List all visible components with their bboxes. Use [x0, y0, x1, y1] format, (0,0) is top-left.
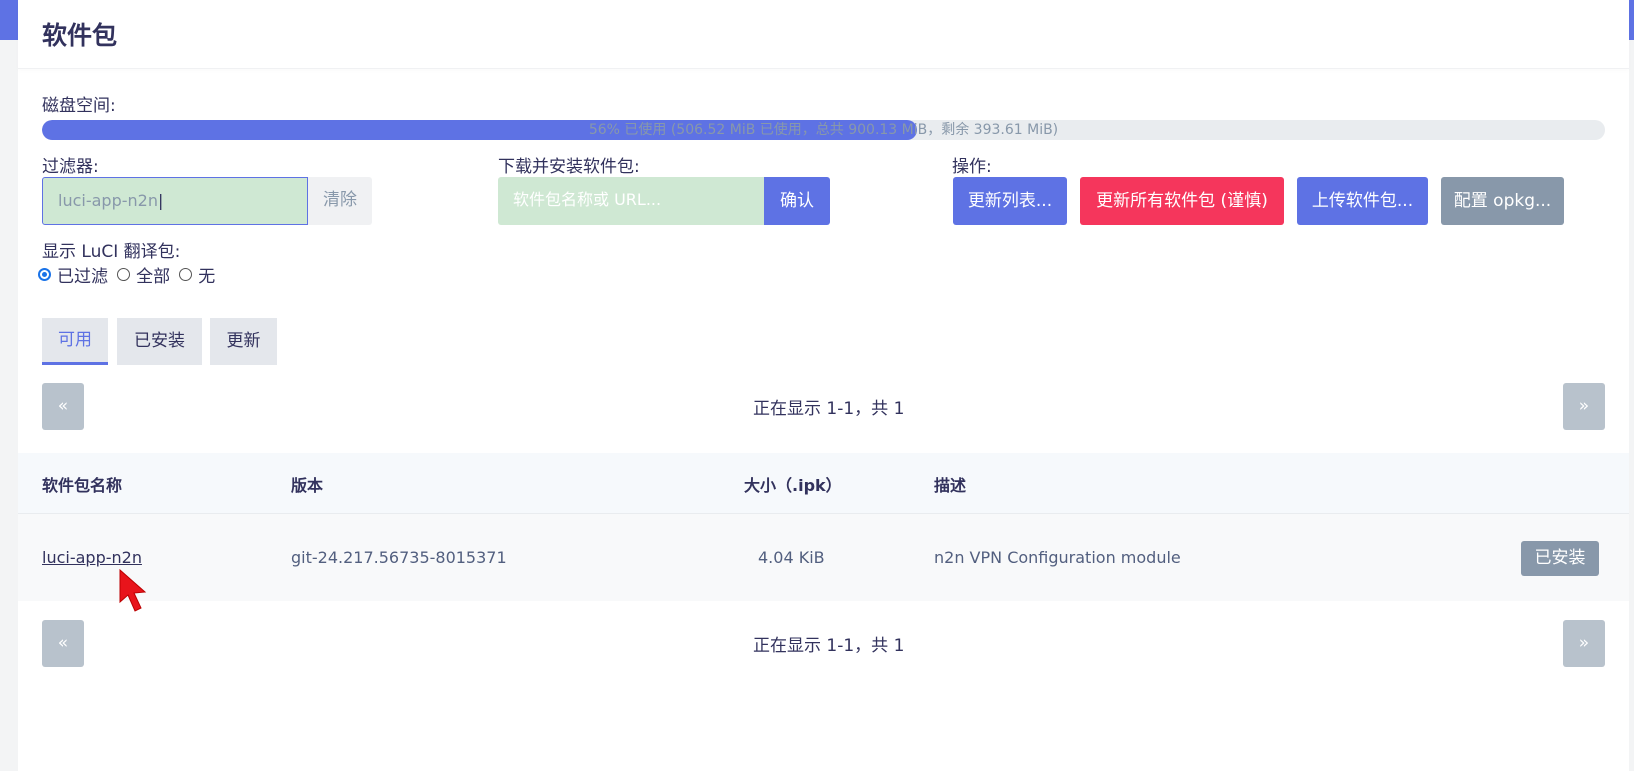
disk-usage-text: 56% 已使用 (506.52 MiB 已使用，总共 900.13 MiB，剩余…	[588, 122, 1059, 138]
column-header-version: 版本	[291, 476, 324, 495]
pager-next-button-top[interactable]: »	[1563, 383, 1605, 430]
pager-next-button-bottom[interactable]: »	[1563, 620, 1605, 667]
upload-package-button[interactable]: 上传软件包...	[1297, 177, 1428, 225]
package-description: n2n VPN Configuration module	[934, 548, 1181, 567]
packages-card: 软件包 磁盘空间: 56% 已使用 (506.52 MiB 已使用，总共 900…	[18, 0, 1629, 771]
table-row: luci-app-n2n git-24.217.56735-8015371 4.…	[18, 514, 1629, 601]
pager-status-top: 正在显示 1-1，共 1	[753, 399, 905, 419]
tab-available[interactable]: 可用	[42, 318, 108, 365]
package-table-header: 软件包名称 版本 大小（.ipk） 描述	[18, 453, 1629, 514]
pager-prev-button-top[interactable]: «	[42, 383, 84, 430]
update-lists-button[interactable]: 更新列表...	[953, 177, 1067, 225]
page-title: 软件包	[42, 21, 118, 50]
package-url-input[interactable]: 软件包名称或 URL...	[498, 177, 764, 225]
radio-filtered-label: 已过滤	[57, 267, 108, 287]
filter-input-value: luci-app-n2n	[58, 191, 158, 210]
radio-all-label: 全部	[136, 267, 171, 287]
column-header-description: 描述	[934, 476, 967, 495]
configure-opkg-button[interactable]: 配置 opkg...	[1441, 177, 1564, 225]
radio-filtered[interactable]	[38, 268, 51, 281]
package-size: 4.04 KiB	[758, 548, 825, 567]
package-version: git-24.217.56735-8015371	[291, 548, 507, 567]
luci-translations-label: 显示 LuCI 翻译包:	[42, 242, 181, 262]
radio-none-label: 无	[198, 267, 216, 287]
disk-usage-bar: 56% 已使用 (506.52 MiB 已使用，总共 900.13 MiB，剩余…	[42, 120, 1605, 140]
column-header-name: 软件包名称	[42, 476, 123, 495]
upgrade-all-button[interactable]: 更新所有软件包 (谨慎)	[1080, 177, 1284, 225]
filter-label: 过滤器:	[42, 157, 99, 177]
pager-prev-button-bottom[interactable]: «	[42, 620, 84, 667]
tab-installed[interactable]: 已安装	[117, 318, 202, 365]
package-name-link[interactable]: luci-app-n2n	[42, 548, 142, 567]
mouse-pointer-icon	[119, 568, 147, 612]
tab-updates[interactable]: 更新	[210, 318, 277, 365]
luci-translations-radios: 已过滤 全部 无	[38, 262, 219, 287]
confirm-install-button[interactable]: 确认	[764, 177, 830, 225]
radio-all[interactable]	[117, 268, 131, 281]
pager-status-bottom: 正在显示 1-1，共 1	[753, 636, 905, 656]
header-accent-left	[0, 0, 18, 40]
radio-none[interactable]	[179, 268, 193, 281]
column-header-size: 大小（.ipk）	[744, 476, 842, 495]
actions-label: 操作:	[952, 157, 992, 177]
installed-button[interactable]: 已安装	[1521, 541, 1599, 576]
disk-space-label: 磁盘空间:	[42, 96, 116, 116]
clear-filter-button[interactable]: 清除	[308, 177, 372, 225]
download-install-label: 下载并安装软件包:	[498, 157, 640, 177]
page-header: 软件包	[18, 0, 1629, 69]
filter-input[interactable]: luci-app-n2n|	[42, 177, 308, 225]
